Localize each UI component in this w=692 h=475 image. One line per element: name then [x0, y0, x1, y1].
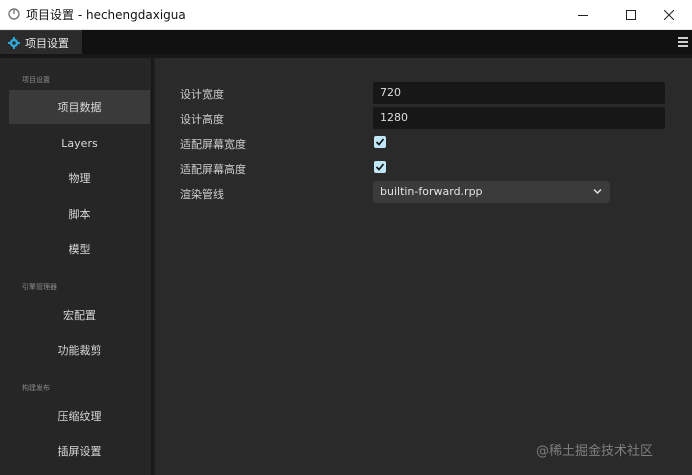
sidebar-item-project-data[interactable]: 项目数据 — [9, 90, 150, 124]
fit-height-checkbox[interactable] — [374, 161, 386, 173]
tab-project-settings[interactable]: 项目设置 — [0, 30, 82, 54]
close-icon — [664, 10, 674, 20]
fit-width-label: 适配屏幕宽度 — [180, 138, 246, 151]
hamburger-menu-icon[interactable] — [678, 35, 688, 49]
sidebar-item-macro-config[interactable]: 宏配置 — [9, 298, 150, 332]
sidebar-item-physics[interactable]: 物理 — [9, 161, 150, 195]
minimize-button[interactable] — [560, 0, 606, 30]
render-pipeline-select[interactable]: builtin-forward.rpp — [373, 181, 610, 203]
checkmark-icon — [375, 138, 385, 146]
app-icon — [8, 8, 20, 20]
design-width-input[interactable]: 720 — [373, 82, 665, 104]
window-title: 项目设置 - hechengdaxigua — [26, 8, 186, 22]
sidebar-section-build: 构建发布 — [22, 384, 50, 392]
chevron-down-icon — [593, 188, 602, 195]
sidebar-item-texture-compression[interactable]: 压缩纹理 — [9, 399, 150, 433]
tab-bar: 项目设置 — [0, 30, 692, 54]
design-width-label: 设计宽度 — [180, 88, 224, 101]
design-height-label: 设计高度 — [180, 113, 224, 126]
checkmark-icon — [375, 163, 385, 171]
close-button[interactable] — [646, 0, 692, 30]
minimize-icon — [578, 15, 588, 16]
render-pipeline-label: 渲染管线 — [180, 188, 224, 201]
gear-icon — [8, 36, 20, 49]
design-height-input[interactable]: 1280 — [373, 107, 665, 129]
sidebar-item-layers[interactable]: Layers — [9, 126, 150, 160]
settings-panel: 设计宽度 720 设计高度 1280 适配屏幕宽度 适配屏幕高度 渲染管线 bu… — [155, 58, 692, 475]
window-titlebar: 项目设置 - hechengdaxigua — [0, 0, 692, 30]
sidebar-item-models[interactable]: 模型 — [9, 232, 150, 266]
fit-height-label: 适配屏幕高度 — [180, 163, 246, 176]
watermark: @稀土掘金技术社区 — [536, 444, 654, 459]
fit-width-checkbox[interactable] — [374, 136, 386, 148]
sidebar-item-splash-settings[interactable]: 插屏设置 — [9, 434, 150, 468]
sidebar-section-engine: 引擎管理器 — [22, 283, 57, 291]
sidebar-section-project: 项目设置 — [22, 76, 50, 84]
sidebar-item-feature-cropping[interactable]: 功能裁剪 — [9, 333, 150, 367]
sidebar-item-scripts[interactable]: 脚本 — [9, 197, 150, 231]
maximize-icon — [626, 10, 636, 20]
tab-label: 项目设置 — [25, 36, 69, 50]
render-pipeline-value: builtin-forward.rpp — [380, 185, 483, 198]
settings-sidebar: 项目设置 项目数据 Layers 物理 脚本 模型 引擎管理器 宏配置 功能裁剪… — [0, 58, 153, 475]
